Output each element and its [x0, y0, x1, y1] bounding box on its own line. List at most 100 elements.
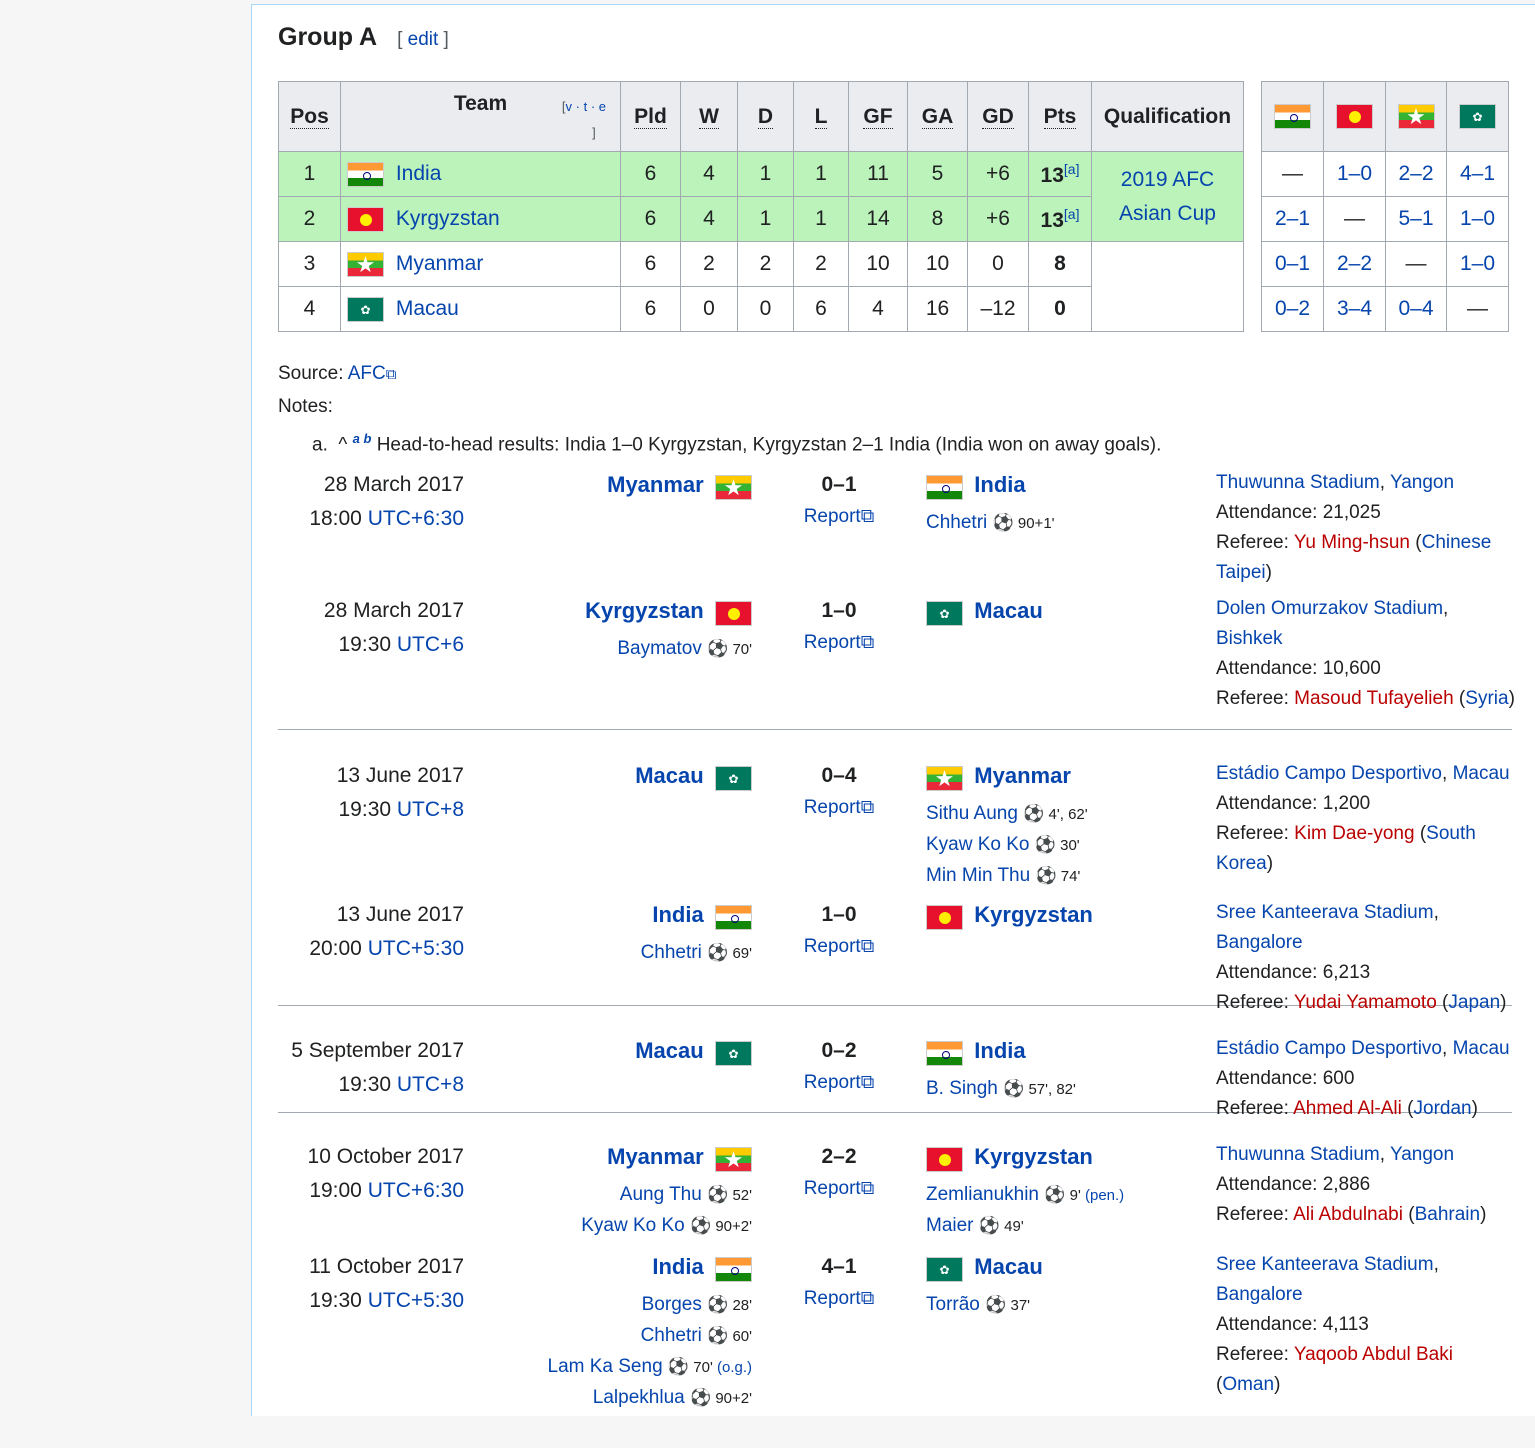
result-link[interactable]: 0–4: [1398, 297, 1433, 320]
india-flag-icon[interactable]: [1274, 104, 1311, 129]
stadium-link[interactable]: Thuwunna Stadium: [1216, 1144, 1380, 1165]
scorer-link[interactable]: Baymatov: [617, 638, 701, 659]
result-link[interactable]: 1–0: [1337, 162, 1372, 185]
team-link[interactable]: Kyrgyzstan: [585, 598, 704, 623]
team-link[interactable]: India: [974, 472, 1025, 497]
referee-link[interactable]: Yudai Yamamoto: [1294, 992, 1437, 1013]
scorer-link[interactable]: Sithu Aung: [926, 803, 1018, 824]
result-link[interactable]: 2–1: [1275, 207, 1310, 230]
timezone-link[interactable]: UTC+8: [397, 1073, 464, 1096]
report-link[interactable]: Report⧉: [798, 506, 880, 528]
macau-flag-icon[interactable]: [1459, 104, 1496, 129]
scorer-link[interactable]: Maier: [926, 1215, 974, 1236]
result-link[interactable]: 0–1: [1275, 252, 1310, 275]
result-link[interactable]: 2–2: [1337, 252, 1372, 275]
scorer-link[interactable]: Chhetri: [641, 942, 702, 963]
goal-note[interactable]: (pen.): [1081, 1187, 1124, 1204]
team-link[interactable]: India: [652, 902, 703, 927]
stadium-link[interactable]: Sree Kanteerava Stadium: [1216, 902, 1434, 923]
edit-link[interactable]: edit: [408, 29, 439, 50]
team-link[interactable]: Kyrgyzstan: [974, 1144, 1093, 1169]
timezone-link[interactable]: UTC+6: [397, 633, 464, 656]
report-link[interactable]: Report⧉: [798, 936, 880, 958]
report-link[interactable]: Report⧉: [798, 1178, 880, 1200]
scorer-link[interactable]: Borges: [642, 1294, 702, 1315]
referee-country-link[interactable]: Oman: [1222, 1374, 1274, 1395]
city-link[interactable]: Bangalore: [1216, 932, 1303, 953]
team-link[interactable]: Myanmar: [974, 763, 1071, 788]
referee-country-link[interactable]: Syria: [1465, 688, 1508, 709]
timezone-link[interactable]: UTC+6:30: [368, 507, 464, 530]
scorer-link[interactable]: B. Singh: [926, 1078, 998, 1099]
result-link[interactable]: 2–2: [1398, 162, 1433, 185]
stadium-link[interactable]: Estádio Campo Desportivo: [1216, 763, 1442, 784]
timezone-link[interactable]: UTC+5:30: [368, 937, 464, 960]
team-link[interactable]: Kyrgyzstan: [390, 207, 500, 230]
referee-country-link[interactable]: Jordan: [1414, 1098, 1472, 1119]
city-link[interactable]: Macau: [1453, 1038, 1510, 1059]
referee-link[interactable]: Yu Ming-hsun: [1294, 532, 1410, 553]
goal-note[interactable]: (o.g.): [713, 1359, 752, 1376]
scorer-link[interactable]: Chhetri: [641, 1325, 702, 1346]
scorer-link[interactable]: Torrão: [926, 1294, 980, 1315]
stadium-link[interactable]: Estádio Campo Desportivo: [1216, 1038, 1442, 1059]
result-cell: 2–2: [1323, 241, 1386, 287]
referee-link[interactable]: Kim Dae-yong: [1294, 823, 1414, 844]
scorer-link[interactable]: Chhetri: [926, 512, 987, 533]
stadium-link[interactable]: Sree Kanteerava Stadium: [1216, 1254, 1434, 1275]
scorer-link[interactable]: Kyaw Ko Ko: [581, 1215, 685, 1236]
team-link[interactable]: India: [974, 1038, 1025, 1063]
team-link[interactable]: Kyrgyzstan: [974, 902, 1093, 927]
report-link[interactable]: Report⧉: [798, 797, 880, 819]
city-link[interactable]: Macau: [1453, 763, 1510, 784]
report-link[interactable]: Report⧉: [798, 1072, 880, 1094]
referee-link[interactable]: Ahmed Al-Ali: [1293, 1098, 1402, 1119]
scorer-link[interactable]: Aung Thu: [620, 1184, 702, 1205]
timezone-link[interactable]: UTC+8: [397, 798, 464, 821]
navbox-vte[interactable]: [v · t · e]: [562, 94, 606, 146]
team-link[interactable]: Macau: [974, 598, 1042, 623]
result-link[interactable]: 1–0: [1460, 252, 1495, 275]
team-link[interactable]: Macau: [390, 297, 459, 320]
timezone-link[interactable]: UTC+6:30: [368, 1179, 464, 1202]
note-ref[interactable]: [a]: [1064, 206, 1080, 222]
result-link[interactable]: 3–4: [1337, 297, 1372, 320]
stadium-link[interactable]: Thuwunna Stadium: [1216, 472, 1380, 493]
referee-link[interactable]: Ali Abdulnabi: [1293, 1204, 1403, 1225]
kyrgyzstan-flag-icon[interactable]: [1336, 104, 1373, 129]
result-link[interactable]: 1–0: [1460, 207, 1495, 230]
team-link[interactable]: Macau: [974, 1254, 1042, 1279]
timezone-link[interactable]: UTC+5:30: [368, 1289, 464, 1312]
referee-link[interactable]: Yaqoob Abdul Baki: [1294, 1344, 1453, 1365]
city-link[interactable]: Bishkek: [1216, 628, 1283, 649]
team-link[interactable]: Myanmar: [607, 1144, 704, 1169]
referee-country-link[interactable]: Bahrain: [1415, 1204, 1481, 1225]
result-link[interactable]: 5–1: [1398, 207, 1433, 230]
scorer-link[interactable]: Kyaw Ko Ko: [926, 834, 1030, 855]
referee-link[interactable]: Masoud Tufayelieh: [1294, 688, 1454, 709]
city-link[interactable]: Bangalore: [1216, 1284, 1303, 1305]
referee-country-link[interactable]: Japan: [1448, 992, 1500, 1013]
team-link[interactable]: Myanmar: [607, 472, 704, 497]
qualification-link[interactable]: 2019 AFC Asian Cup: [1108, 163, 1228, 231]
myanmar-flag-icon[interactable]: [1397, 104, 1435, 129]
stadium-link[interactable]: Dolen Omurzakov Stadium: [1216, 598, 1443, 619]
result-link[interactable]: 0–2: [1275, 297, 1310, 320]
city-link[interactable]: Yangon: [1390, 1144, 1454, 1165]
note-ref[interactable]: [a]: [1064, 161, 1080, 177]
scorer-link[interactable]: Lalpekhlua: [593, 1387, 685, 1408]
scorer-link[interactable]: Zemlianukhin: [926, 1184, 1039, 1205]
city-link[interactable]: Yangon: [1390, 472, 1454, 493]
team-link[interactable]: Macau: [635, 1038, 703, 1063]
team-link[interactable]: Macau: [635, 763, 703, 788]
report-link[interactable]: Report⧉: [798, 632, 880, 654]
team-link[interactable]: India: [390, 162, 442, 185]
scorer-link[interactable]: Min Min Thu: [926, 865, 1030, 886]
team-link[interactable]: India: [652, 1254, 703, 1279]
team-link[interactable]: Myanmar: [390, 252, 484, 275]
scorer-link[interactable]: Lam Ka Seng: [548, 1356, 663, 1377]
report-link[interactable]: Report⧉: [798, 1288, 880, 1310]
note-backrefs[interactable]: a b: [353, 431, 372, 446]
source-link-afc[interactable]: AFC: [348, 363, 386, 384]
result-link[interactable]: 4–1: [1460, 162, 1495, 185]
